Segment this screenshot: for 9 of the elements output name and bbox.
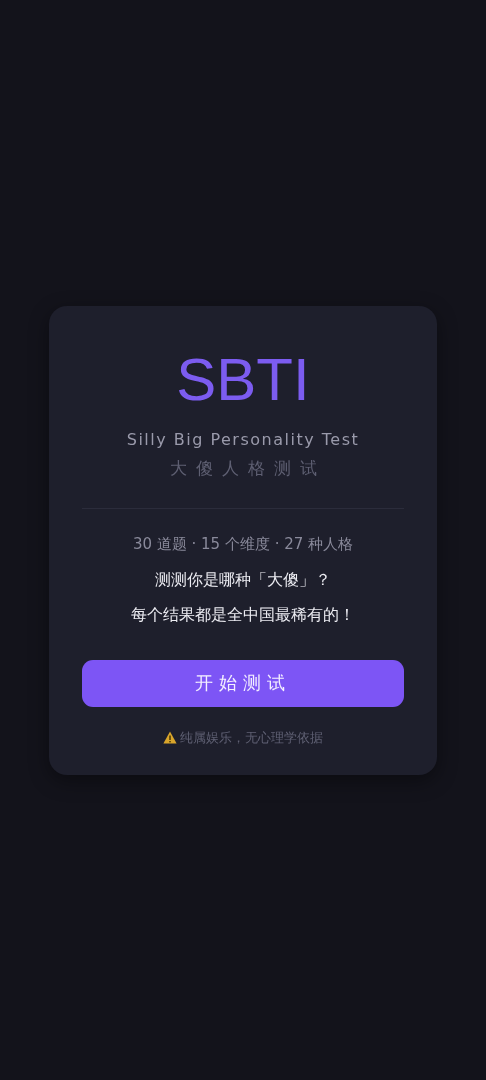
app-title: SBTI bbox=[176, 349, 310, 410]
tagline: 每个结果都是全中国最稀有的！ bbox=[131, 604, 355, 626]
disclaimer-text: 纯属娱乐，无心理学依据 bbox=[180, 728, 323, 747]
start-button[interactable]: 开始测试 bbox=[82, 659, 404, 707]
tagline: 测测你是哪种「大傻」？ bbox=[155, 569, 331, 591]
stats-text: 30 道题 · 15 个维度 · 27 种人格 bbox=[132, 534, 354, 554]
subtitle: Silly Big Personality Test bbox=[126, 429, 360, 449]
warning-icon bbox=[163, 731, 177, 744]
subtitle: 大傻人格测试 bbox=[168, 456, 326, 480]
